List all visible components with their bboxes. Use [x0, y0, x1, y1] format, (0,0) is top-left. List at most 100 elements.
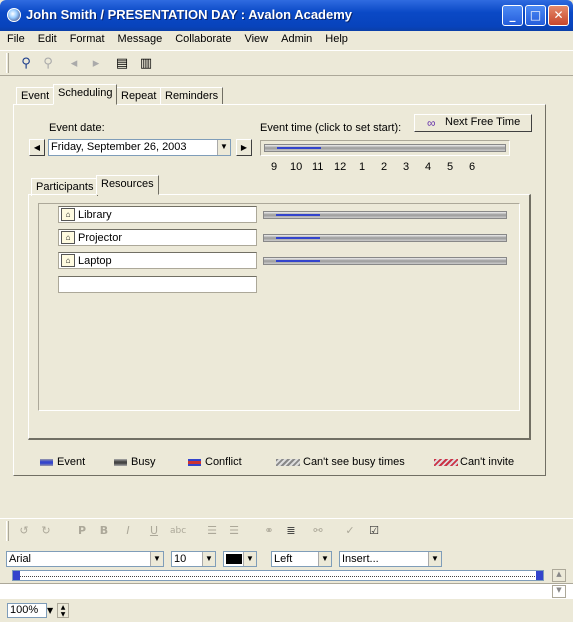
hour-label: 10	[290, 161, 303, 173]
tab-repeat[interactable]: Repeat	[116, 87, 162, 105]
hour-label: 6	[469, 161, 476, 173]
insert-value: Insert...	[342, 553, 379, 565]
insert-select[interactable]: Insert... ▼	[339, 551, 442, 567]
minimize-button[interactable]: _	[502, 5, 523, 26]
print-icon[interactable]: ▤	[114, 56, 130, 72]
left-margin-marker[interactable]	[13, 571, 20, 580]
toolbar-grip[interactable]	[6, 53, 9, 73]
scroll-up-button[interactable]: ▲	[552, 569, 566, 582]
menu-message[interactable]: Message	[111, 31, 169, 49]
underline-icon[interactable]: U	[147, 524, 161, 538]
color-select[interactable]: ▼	[223, 551, 257, 567]
date-dropdown-icon[interactable]: ▼	[217, 140, 230, 155]
font-size-select[interactable]: 10 ▼	[171, 551, 216, 567]
address-book-icon[interactable]: ⚲	[18, 56, 34, 72]
title-bar: John Smith / PRESENTATION DAY : Avalon A…	[0, 0, 573, 31]
binoculars-icon: ∞	[427, 116, 436, 130]
event-span	[276, 260, 320, 262]
hour-label: 4	[425, 161, 432, 173]
font-value: Arial	[9, 553, 32, 565]
menu-edit[interactable]: Edit	[31, 31, 63, 49]
italic-icon[interactable]: I	[121, 524, 135, 538]
close-button[interactable]: ✕	[548, 5, 569, 26]
tab-reminders[interactable]: Reminders	[160, 87, 224, 105]
event-date-value: Friday, September 26, 2003	[51, 141, 187, 153]
undo-icon[interactable]: ↺	[17, 524, 31, 538]
event-date-field[interactable]: Friday, September 26, 2003 ▼	[48, 139, 231, 156]
menu-help[interactable]: Help	[318, 31, 354, 49]
legend-busy-swatch	[114, 459, 127, 466]
menu-bar: File Edit Format Message Collaborate Vie…	[0, 31, 573, 49]
redo-icon[interactable]: ↻	[39, 524, 53, 538]
ruler[interactable]	[12, 570, 544, 581]
resource-field[interactable]: ⌂ Projector	[58, 229, 257, 246]
dropdown-icon[interactable]: ▼	[202, 552, 215, 566]
dropdown-icon[interactable]: ▼	[150, 552, 163, 566]
spellcheck-icon[interactable]: ✓	[343, 524, 357, 538]
resource-field[interactable]: ⌂ Laptop	[58, 252, 257, 269]
indent-icon[interactable]: ☰	[205, 524, 219, 538]
right-margin-marker[interactable]	[536, 571, 543, 580]
tab-resources[interactable]: Resources	[96, 175, 159, 195]
menu-view[interactable]: View	[237, 31, 274, 49]
legend-busy-label: Busy	[131, 456, 156, 468]
hour-label: 5	[447, 161, 454, 173]
resource-name: Library	[78, 208, 112, 221]
maximize-button[interactable]: □	[525, 5, 546, 26]
link-icon[interactable]: ⚯	[311, 524, 325, 538]
hour-label: 12	[334, 161, 347, 173]
event-time-track[interactable]	[260, 140, 510, 156]
legend-event-label: Event	[57, 456, 86, 468]
resource-icon: ⌂	[61, 254, 75, 267]
legend-conflict-label: Conflict	[205, 456, 242, 468]
dropdown-icon[interactable]: ▼	[243, 552, 256, 566]
toolbar-grip[interactable]	[6, 521, 9, 541]
prev-date-button[interactable]: ◀	[29, 139, 45, 156]
resource-name: Projector	[78, 231, 123, 244]
align-select[interactable]: Left ▼	[271, 551, 332, 567]
color-swatch	[226, 554, 242, 564]
event-time-bar	[264, 144, 506, 152]
event-date-label: Event date:	[49, 122, 105, 134]
attach-icon[interactable]: ⚭	[262, 524, 276, 538]
resource-icon: ⌂	[61, 231, 75, 244]
resource-busy-bar	[263, 257, 507, 265]
hour-label: 3	[403, 161, 410, 173]
next-free-time-button[interactable]: ∞ Next Free Time	[414, 114, 532, 132]
menu-collaborate[interactable]: Collaborate	[168, 31, 237, 49]
bold-icon[interactable]: P	[75, 524, 89, 538]
event-span	[277, 147, 321, 149]
bold-icon[interactable]: B	[97, 524, 111, 538]
resource-field[interactable]: ⌂ Library	[58, 206, 257, 223]
app-icon[interactable]	[7, 8, 21, 22]
outdent-icon[interactable]: ☰	[227, 524, 241, 538]
check-icon[interactable]: ☑	[367, 524, 381, 538]
list-icon[interactable]: ≣	[284, 524, 298, 538]
menu-file[interactable]: File	[0, 31, 31, 49]
legend-conflict-swatch	[188, 459, 201, 466]
tab-scheduling[interactable]: Scheduling	[53, 84, 118, 105]
check-names-icon[interactable]: ⚲	[40, 56, 56, 72]
tab-event[interactable]: Event	[16, 87, 55, 105]
legend-cant-invite-swatch	[434, 459, 458, 466]
scroll-down-button[interactable]: ▼	[552, 585, 566, 598]
toolbar: ⚲ ⚲ ◂ ▸ ▤ ▥	[0, 50, 573, 76]
zoom-dropdown-icon[interactable]: ▼	[47, 603, 57, 618]
dropdown-icon[interactable]: ▼	[318, 552, 331, 566]
hour-label: 11	[312, 161, 324, 173]
menu-format[interactable]: Format	[63, 31, 111, 49]
zoom-select[interactable]: 100%	[7, 603, 47, 618]
menu-admin[interactable]: Admin	[274, 31, 318, 49]
dropdown-icon[interactable]: ▼	[428, 552, 441, 566]
previous-icon[interactable]: ◂	[66, 56, 82, 72]
message-body-editor[interactable]	[0, 583, 573, 599]
font-select[interactable]: Arial ▼	[6, 551, 164, 567]
hour-label: 9	[271, 161, 278, 173]
align-value: Left	[274, 553, 293, 565]
zoom-spinner[interactable]: ▲ ▼	[57, 603, 69, 618]
strikethrough-icon[interactable]: abc	[170, 524, 186, 538]
next-date-button[interactable]: ▶	[236, 139, 252, 156]
delete-icon[interactable]: ▥	[138, 56, 154, 72]
next-icon[interactable]: ▸	[88, 56, 104, 72]
new-resource-input[interactable]	[58, 276, 257, 293]
